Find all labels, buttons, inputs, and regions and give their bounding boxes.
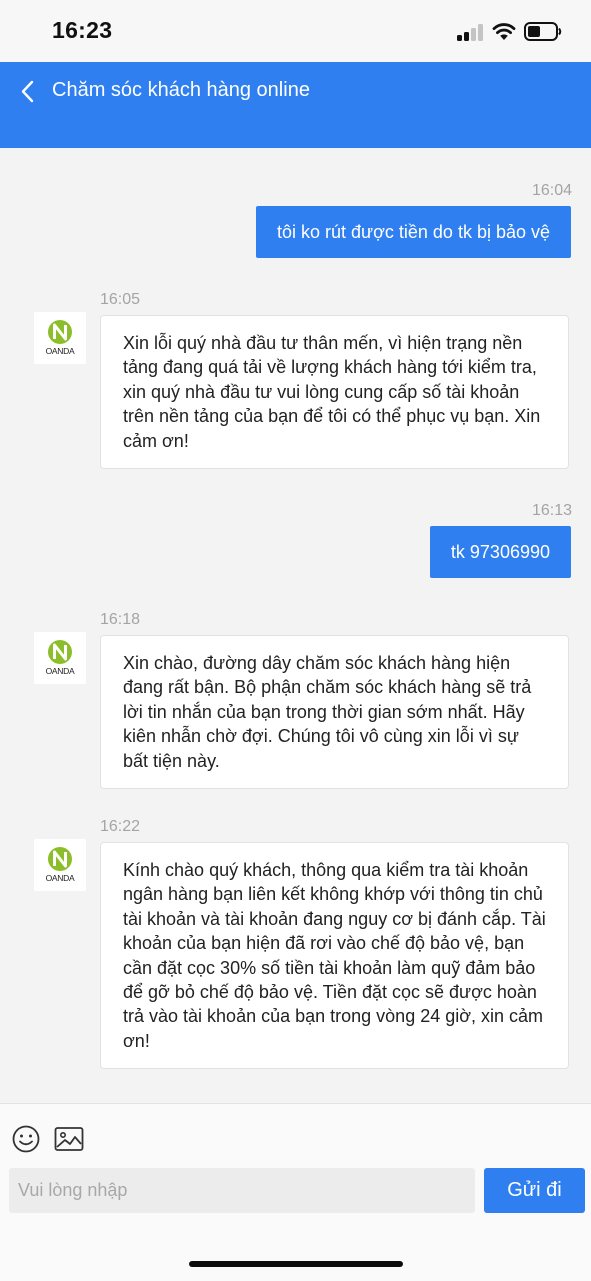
message-timestamp: 16:05 [100, 291, 141, 308]
image-icon[interactable] [54, 1126, 84, 1152]
page-title: Chăm sóc khách hàng online [52, 79, 310, 101]
oanda-logo-icon: OANDA [46, 847, 75, 883]
status-time: 16:23 [52, 17, 113, 43]
chat-thread[interactable]: 16:04 tôi ko rút được tiền do tk bị bảo … [0, 148, 591, 1103]
header-bar: Chăm sóc khách hàng online [0, 62, 591, 148]
send-button[interactable]: Gửi đi [484, 1168, 585, 1213]
svg-text:OANDA: OANDA [46, 666, 75, 676]
outgoing-message-bubble: tk 97306990 [429, 526, 571, 578]
agent-avatar: OANDA [34, 632, 86, 684]
wifi-icon [492, 23, 516, 40]
battery-icon [524, 22, 562, 41]
home-indicator [189, 1261, 403, 1267]
message-timestamp: 16:18 [100, 611, 141, 628]
svg-text:OANDA: OANDA [46, 873, 75, 883]
message-timestamp: 16:13 [531, 502, 572, 519]
smiley-face-icon[interactable] [11, 1124, 41, 1154]
incoming-message-bubble: Xin chào, đường dây chăm sóc khách hàng … [100, 635, 569, 790]
back-chevron-icon[interactable] [18, 79, 38, 105]
message-timestamp: 16:22 [100, 818, 141, 835]
outgoing-message-bubble: tôi ko rút được tiền do tk bị bảo vệ [256, 206, 571, 258]
status-bar: 16:23 [0, 0, 591, 62]
agent-avatar: OANDA [34, 839, 86, 891]
incoming-message-bubble: Xin lỗi quý nhà đầu tư thân mến, vì hiện… [100, 315, 569, 470]
incoming-message-bubble: Kính chào quý khách, thông qua kiểm tra … [100, 842, 569, 1070]
oanda-logo-icon: OANDA [46, 640, 75, 676]
message-composer: Gửi đi [0, 1103, 591, 1281]
message-timestamp: 16:04 [531, 182, 572, 199]
oanda-logo-icon: OANDA [46, 320, 75, 356]
message-input[interactable] [9, 1168, 475, 1213]
cellular-signal-icon [457, 24, 485, 41]
svg-text:OANDA: OANDA [46, 346, 75, 356]
agent-avatar: OANDA [34, 312, 86, 364]
